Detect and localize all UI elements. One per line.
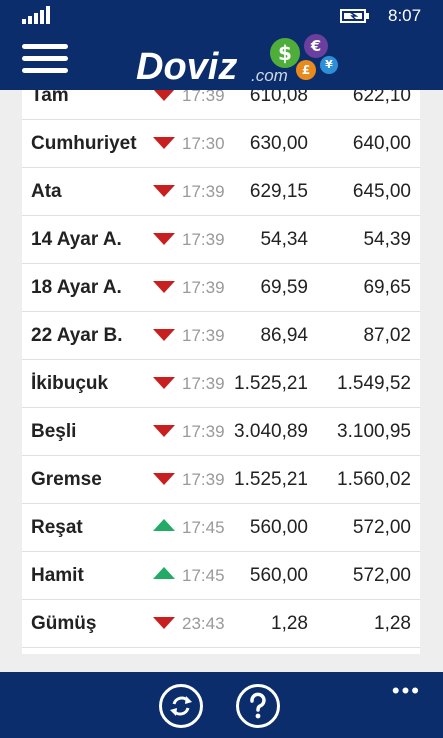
- item-name: Gremse: [31, 469, 102, 490]
- item-buy: 54,34: [260, 229, 308, 250]
- pound-coin-icon: £: [296, 60, 316, 80]
- item-sell: 1,28: [374, 613, 411, 634]
- item-time: 17:39: [182, 182, 225, 201]
- down-arrow-icon: [153, 377, 175, 389]
- item-name: 18 Ayar A.: [31, 277, 122, 298]
- down-arrow-icon: [153, 473, 175, 485]
- item-time: 17:39: [182, 422, 225, 441]
- item-name: Cumhuriyet: [31, 133, 137, 154]
- item-name: Reşat: [31, 517, 83, 538]
- item-time: 17:39: [182, 326, 225, 345]
- item-time: 17:45: [182, 566, 225, 585]
- item-time: 17:39: [182, 470, 225, 489]
- refresh-icon: [170, 696, 192, 716]
- item-buy: 3.040,89: [234, 421, 308, 442]
- item-name: Beşli: [31, 421, 77, 442]
- list-item[interactable]: Ata 17:39 629,15 645,00: [22, 168, 420, 216]
- down-arrow-icon: [153, 425, 175, 437]
- down-arrow-icon: [153, 281, 175, 293]
- list-item[interactable]: Gümüş 23:43 1,28 1,28: [22, 600, 420, 648]
- item-name: 14 Ayar A.: [31, 229, 122, 250]
- item-sell: 572,00: [352, 517, 411, 538]
- item-buy: 630,00: [249, 133, 308, 154]
- item-buy: 560,00: [249, 517, 308, 538]
- euro-coin-icon: €: [304, 34, 328, 58]
- hamburger-icon: [22, 44, 68, 49]
- item-time: 17:45: [182, 518, 225, 537]
- logo-suffix: .com: [251, 66, 288, 85]
- item-name: Ata: [31, 181, 62, 202]
- down-arrow-icon: [153, 89, 175, 101]
- down-arrow-icon: [153, 617, 175, 629]
- item-name: İkibuçuk: [31, 373, 109, 394]
- list-item[interactable]: 22 Ayar B. 17:39 86,94 87,02: [22, 312, 420, 360]
- app-header: 8:07 Doviz .com $ € £ ¥: [0, 0, 443, 90]
- hamburger-icon-line: [22, 68, 68, 73]
- down-arrow-icon: [153, 329, 175, 341]
- item-sell: 87,02: [363, 325, 411, 346]
- up-arrow-icon: [153, 567, 175, 579]
- list-item[interactable]: İkibuçuk 17:39 1.525,21 1.549,52: [22, 360, 420, 408]
- item-name: Hamit: [31, 565, 84, 586]
- item-buy: 69,59: [260, 277, 308, 298]
- item-name: Gümüş: [31, 613, 97, 634]
- item-sell: 69,65: [363, 277, 411, 298]
- item-buy: 1,28: [271, 613, 308, 634]
- item-sell: 1.560,02: [337, 469, 411, 490]
- list-item[interactable]: Reşat 17:45 560,00 572,00: [22, 504, 420, 552]
- up-arrow-icon: [153, 519, 175, 531]
- signal-strength-icon: [22, 6, 50, 24]
- app-bar: •••: [0, 672, 443, 738]
- refresh-button[interactable]: [159, 684, 203, 728]
- list-item[interactable]: Cumhuriyet 17:30 630,00 640,00: [22, 120, 420, 168]
- price-list[interactable]: Tam 17:39 610,08 622,10 Cumhuriyet 17:30…: [22, 72, 420, 654]
- list-item[interactable]: 18 Ayar A. 17:39 69,59 69,65: [22, 264, 420, 312]
- help-button[interactable]: [236, 684, 280, 728]
- item-time: 17:39: [182, 230, 225, 249]
- down-arrow-icon: [153, 233, 175, 245]
- status-clock: 8:07: [388, 6, 422, 25]
- item-name: 22 Ayar B.: [31, 325, 123, 346]
- item-sell: 1.549,52: [337, 373, 411, 394]
- item-time: 17:39: [182, 374, 225, 393]
- logo-text: Doviz: [136, 46, 238, 88]
- doviz-logo: Doviz .com $ € £ ¥: [136, 32, 346, 90]
- item-time: 23:43: [182, 614, 225, 633]
- item-time: 17:39: [182, 278, 225, 297]
- dollar-coin-icon: $: [270, 38, 300, 68]
- battery-charging-icon: [340, 9, 369, 23]
- menu-button[interactable]: [22, 42, 70, 78]
- item-sell: 640,00: [352, 133, 411, 154]
- item-buy: 629,15: [249, 181, 308, 202]
- item-sell: 3.100,95: [337, 421, 411, 442]
- down-arrow-icon: [153, 185, 175, 197]
- item-sell: 54,39: [363, 229, 411, 250]
- item-sell: 572,00: [352, 565, 411, 586]
- question-mark-icon: [250, 692, 266, 719]
- list-item[interactable]: Gremse 17:39 1.525,21 1.560,02: [22, 456, 420, 504]
- hamburger-icon-line: [22, 56, 68, 61]
- yen-coin-icon: ¥: [320, 56, 338, 74]
- item-time: 17:30: [182, 134, 225, 153]
- item-buy: 1.525,21: [234, 373, 308, 394]
- list-item[interactable]: 14 Ayar A. 17:39 54,34 54,39: [22, 216, 420, 264]
- item-sell: 645,00: [352, 181, 411, 202]
- more-options-icon[interactable]: •••: [392, 678, 421, 704]
- item-buy: 86,94: [260, 325, 308, 346]
- list-item[interactable]: Beşli 17:39 3.040,89 3.100,95: [22, 408, 420, 456]
- status-bar: 8:07: [0, 0, 443, 32]
- item-buy: 560,00: [249, 565, 308, 586]
- item-buy: 1.525,21: [234, 469, 308, 490]
- down-arrow-icon: [153, 137, 175, 149]
- list-item[interactable]: Hamit 17:45 560,00 572,00: [22, 552, 420, 600]
